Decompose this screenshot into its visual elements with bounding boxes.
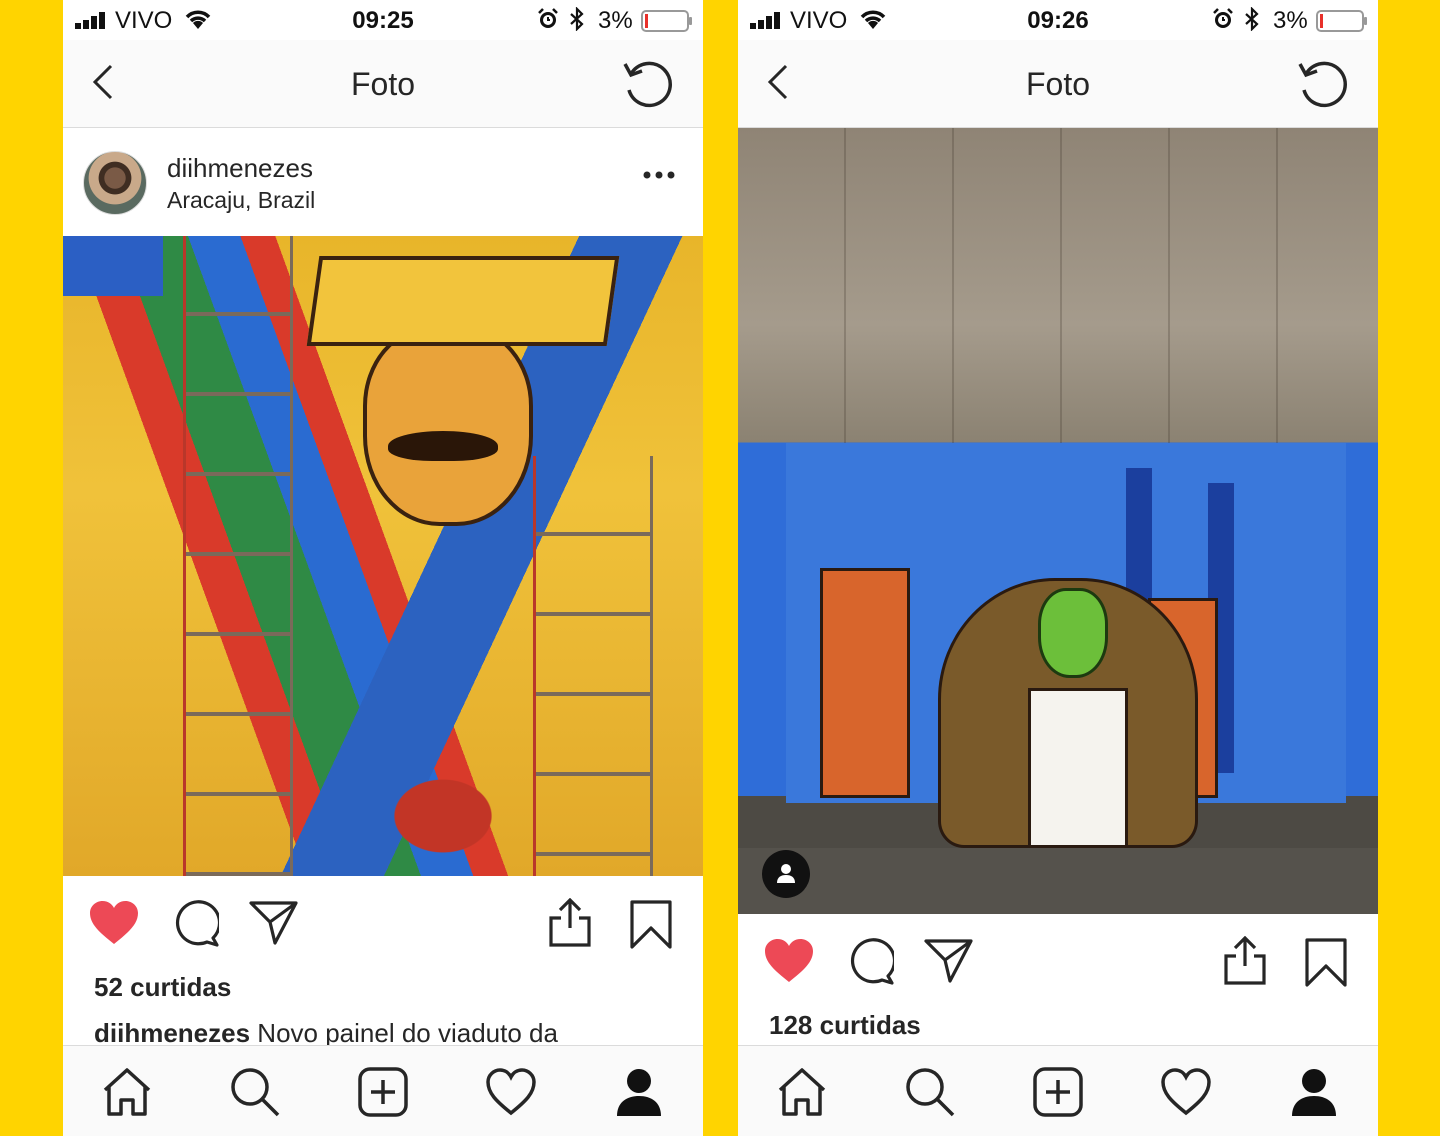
upload-icon[interactable] bbox=[1222, 936, 1268, 986]
caption-username[interactable]: diihmenezes bbox=[94, 1018, 250, 1048]
battery-icon bbox=[641, 10, 692, 32]
add-icon bbox=[358, 1067, 408, 1117]
battery-percent: 3% bbox=[598, 7, 633, 34]
mural-tower-left bbox=[820, 568, 910, 798]
tab-search[interactable] bbox=[904, 1066, 956, 1118]
comment-icon[interactable] bbox=[171, 900, 219, 948]
tab-home[interactable] bbox=[101, 1066, 153, 1118]
likes-count[interactable]: 128 curtidas bbox=[769, 1010, 921, 1041]
more-icon[interactable] bbox=[643, 171, 675, 179]
post-photo-viaduct-mural[interactable] bbox=[738, 128, 1378, 914]
likes-count[interactable]: 52 curtidas bbox=[94, 972, 231, 1003]
battery-icon bbox=[1316, 10, 1367, 32]
alarm-icon bbox=[538, 8, 558, 28]
bookmark-icon[interactable] bbox=[629, 900, 673, 950]
phone-screen-right: VIVO 09:26 3% Foto 128 curtidas bbox=[738, 0, 1378, 1136]
profile-icon bbox=[617, 1069, 661, 1116]
caption-text: Novo painel do viaduto da bbox=[250, 1018, 558, 1048]
activity-icon bbox=[1161, 1068, 1211, 1116]
scaffold bbox=[183, 236, 293, 876]
bookmark-icon[interactable] bbox=[1304, 938, 1348, 988]
avatar[interactable] bbox=[83, 151, 147, 215]
bluetooth-icon bbox=[570, 7, 584, 31]
page-title: Foto bbox=[1025, 66, 1091, 102]
alarm-icon bbox=[1213, 8, 1233, 28]
user-tag-button[interactable] bbox=[762, 850, 810, 898]
tab-bar bbox=[738, 1045, 1378, 1136]
tab-home[interactable] bbox=[776, 1066, 828, 1118]
nav-bar: Foto bbox=[63, 40, 703, 128]
action-bar bbox=[738, 914, 1378, 1010]
post-username[interactable]: diihmenezes bbox=[167, 153, 313, 184]
direct-icon[interactable] bbox=[249, 900, 299, 946]
direct-icon[interactable] bbox=[924, 938, 974, 984]
mural-hat bbox=[306, 256, 620, 346]
activity-icon bbox=[486, 1068, 536, 1116]
mural-shirt bbox=[1028, 688, 1128, 848]
scaffold bbox=[533, 456, 653, 876]
mural-figure bbox=[363, 326, 533, 526]
heart-icon[interactable] bbox=[89, 900, 139, 946]
post-photo-mural[interactable] bbox=[63, 236, 703, 876]
refresh-icon[interactable] bbox=[1296, 58, 1350, 112]
post-location[interactable]: Aracaju, Brazil bbox=[167, 187, 315, 214]
search-icon bbox=[906, 1068, 955, 1117]
search-icon bbox=[231, 1068, 280, 1117]
status-bar: VIVO 09:26 3% bbox=[738, 0, 1378, 40]
tab-activity[interactable] bbox=[1160, 1066, 1212, 1118]
upload-icon[interactable] bbox=[547, 898, 593, 948]
profile-icon bbox=[1292, 1069, 1336, 1116]
ground bbox=[738, 848, 1378, 914]
page-title: Foto bbox=[350, 66, 416, 102]
action-bar bbox=[63, 876, 703, 972]
heart-icon[interactable] bbox=[764, 938, 814, 984]
phone-screen-left: VIVO 09:25 3% Foto diihmenezes Aracaju, … bbox=[63, 0, 703, 1136]
home-icon bbox=[103, 1068, 151, 1116]
tab-search[interactable] bbox=[229, 1066, 281, 1118]
status-bar: VIVO 09:25 3% bbox=[63, 0, 703, 40]
user-tag-icon bbox=[777, 864, 795, 883]
tab-profile[interactable] bbox=[613, 1066, 665, 1118]
mural-blue-panel bbox=[63, 236, 163, 296]
battery-percent: 3% bbox=[1273, 7, 1308, 34]
tab-profile[interactable] bbox=[1288, 1066, 1340, 1118]
mural-mustache bbox=[388, 431, 498, 461]
viaduct-ceiling bbox=[738, 128, 1378, 443]
tab-activity[interactable] bbox=[485, 1066, 537, 1118]
refresh-icon[interactable] bbox=[621, 58, 675, 112]
mural-green-face bbox=[1038, 588, 1108, 678]
tab-add[interactable] bbox=[1032, 1066, 1084, 1118]
home-icon bbox=[778, 1068, 826, 1116]
nav-bar: Foto bbox=[738, 40, 1378, 128]
comment-icon[interactable] bbox=[846, 938, 894, 986]
add-icon bbox=[1033, 1067, 1083, 1117]
tab-bar bbox=[63, 1045, 703, 1136]
post-header: diihmenezes Aracaju, Brazil bbox=[63, 129, 703, 235]
tab-add[interactable] bbox=[357, 1066, 409, 1118]
bluetooth-icon bbox=[1245, 7, 1259, 31]
